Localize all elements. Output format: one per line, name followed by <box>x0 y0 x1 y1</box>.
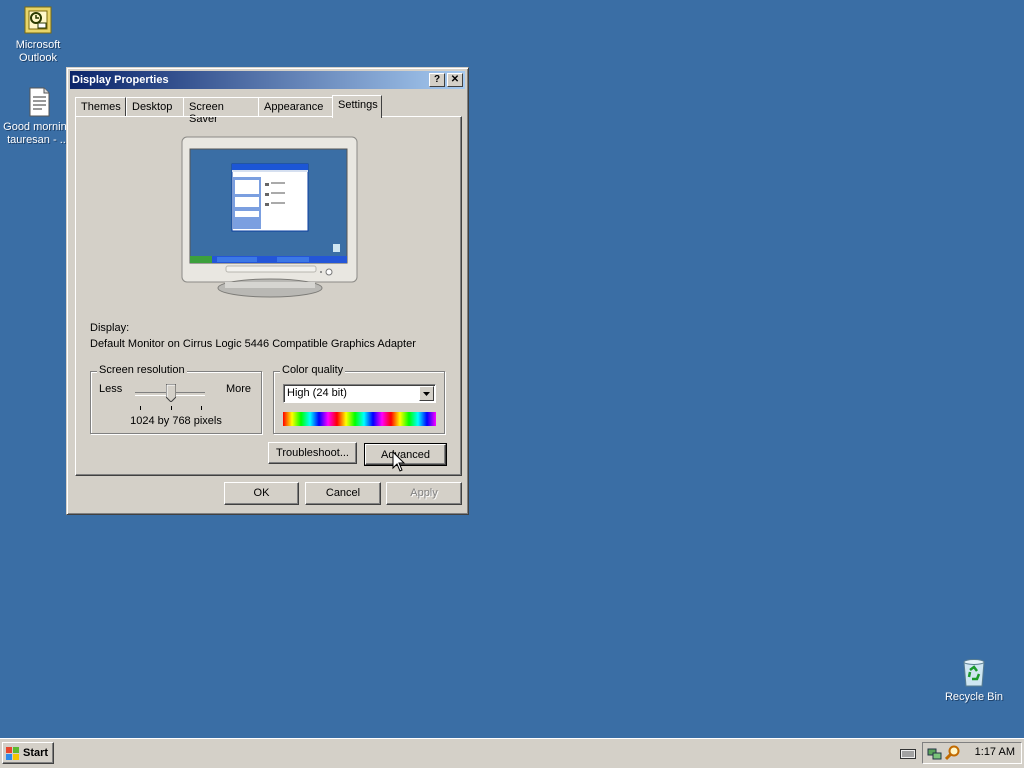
desktop-icon-label: Recycle Bin <box>944 691 1004 703</box>
text-document-icon <box>22 86 54 118</box>
desktop-icon-label: Outlook <box>19 52 57 64</box>
slider-thumb[interactable] <box>165 383 177 403</box>
color-quality-select[interactable]: High (24 bit) <box>283 384 436 403</box>
tab-themes[interactable]: Themes <box>75 97 126 117</box>
resolution-slider[interactable] <box>135 383 207 414</box>
troubleshoot-button[interactable]: Troubleshoot... <box>268 442 357 464</box>
windows-logo-icon <box>6 747 19 760</box>
clock[interactable]: 1:17 AM <box>975 746 1015 758</box>
color-quality-value: High (24 bit) <box>287 387 347 399</box>
tab-desktop[interactable]: Desktop <box>126 97 184 117</box>
color-quality-group: Color quality High (24 bit) <box>273 364 445 434</box>
desktop-icon-label: Microsoft <box>15 39 61 51</box>
apply-button[interactable]: Apply <box>386 482 462 505</box>
color-quality-title: Color quality <box>280 364 346 376</box>
search-icon[interactable] <box>944 745 961 761</box>
chevron-down-icon <box>423 392 430 396</box>
desktop-icon-label: tauresan - ... <box>7 134 69 146</box>
monitor-preview <box>181 136 359 298</box>
desktop-icon-document[interactable]: Good morning tauresan - ... <box>0 86 76 147</box>
slider-tick <box>171 406 172 410</box>
dialog-titlebar[interactable]: Display Properties ? ✕ <box>70 71 465 89</box>
desktop-icon-outlook[interactable]: Microsoft Outlook <box>0 4 76 65</box>
dropdown-arrow-button[interactable] <box>419 386 434 401</box>
mouse-cursor-icon <box>392 450 406 473</box>
resolution-less-label: Less <box>99 383 123 395</box>
settings-panel: Display: Default Monitor on Cirrus Logic… <box>75 116 462 476</box>
keyboard-icon[interactable] <box>900 747 916 761</box>
desktop-icon-label: Good morning <box>3 121 73 133</box>
display-label: Display: <box>90 322 130 334</box>
resolution-value: 1024 by 768 pixels <box>130 415 222 427</box>
tab-appearance[interactable]: Appearance <box>258 97 333 117</box>
color-spectrum-bar <box>283 412 436 426</box>
resolution-more-label: More <box>225 383 251 395</box>
slider-tick <box>201 406 202 410</box>
screen-resolution-title: Screen resolution <box>97 364 187 376</box>
screen-resolution-group: Screen resolution Less More 1024 by 768 … <box>90 364 262 434</box>
cancel-button[interactable]: Cancel <box>305 482 381 505</box>
help-button[interactable]: ? <box>429 73 445 87</box>
system-tray: 1:17 AM <box>922 742 1022 764</box>
display-value: Default Monitor on Cirrus Logic 5446 Com… <box>90 338 416 350</box>
tab-screen-saver[interactable]: Screen Saver <box>183 97 259 125</box>
dialog-title: Display Properties <box>72 74 169 86</box>
slider-tick <box>140 406 141 410</box>
network-icon[interactable] <box>927 745 943 761</box>
close-button[interactable]: ✕ <box>447 73 463 87</box>
start-label: Start <box>23 747 49 759</box>
start-button[interactable]: Start <box>2 742 54 764</box>
recycle-bin-icon <box>958 656 990 688</box>
tab-settings[interactable]: Settings <box>332 95 382 118</box>
display-properties-dialog: Display Properties ? ✕ Themes Desktop Sc… <box>66 67 469 515</box>
ok-button[interactable]: OK <box>224 482 299 505</box>
desktop-icon-recycle-bin[interactable]: Recycle Bin <box>936 656 1012 704</box>
taskbar: Start 1:17 AM <box>0 738 1024 768</box>
outlook-icon <box>22 4 54 36</box>
